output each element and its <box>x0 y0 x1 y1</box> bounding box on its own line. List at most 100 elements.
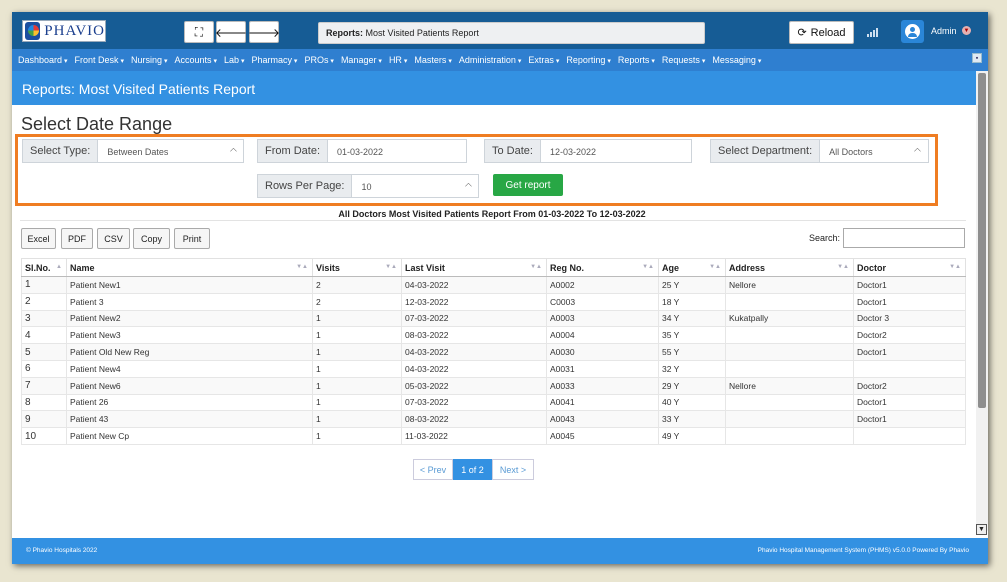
table-cell: 6 <box>21 359 67 378</box>
table-cell: 32 Y <box>658 359 726 378</box>
excel-button[interactable]: Excel <box>21 228 56 249</box>
footer-version: Phavio Hospital Management System (PHMS)… <box>757 547 969 554</box>
search-input[interactable] <box>843 228 965 248</box>
csv-button[interactable]: CSV <box>97 228 130 249</box>
nav-item-masters[interactable]: Masters <box>414 55 451 65</box>
logo-mark-icon <box>25 22 41 40</box>
rows-per-page-dropdown[interactable]: 10 <box>351 174 480 198</box>
table-cell: Patient 26 <box>66 393 313 412</box>
report-table: Sl.No. ▲ Name ▼▲ Visits ▼▲ Last Visit ▼▲ Reg… <box>21 258 966 445</box>
nav-item-accounts[interactable]: Accounts <box>174 55 217 65</box>
nav-item-nursing[interactable]: Nursing <box>131 55 167 65</box>
column-header-slno[interactable]: Sl.No. ▲ <box>21 258 67 277</box>
table-cell <box>725 326 854 345</box>
column-header-visits[interactable]: Visits ▼▲ <box>312 258 402 277</box>
rows-per-page-group: Rows Per Page: 10 <box>257 174 480 198</box>
user-name[interactable]: Admin <box>931 26 957 36</box>
table-cell <box>725 292 854 311</box>
nav-item-messaging[interactable]: Messaging <box>712 55 761 65</box>
nav-item-manager[interactable]: Manager <box>341 55 382 65</box>
sort-icon: ▼▲ <box>709 264 721 270</box>
table-cell: Patient New2 <box>66 309 313 328</box>
table-cell <box>725 393 854 412</box>
forward-button[interactable]: 🡒 <box>248 21 280 43</box>
print-button[interactable]: Print <box>174 228 210 249</box>
app-logo[interactable]: PHAVIO <box>22 20 106 42</box>
table-cell: Nellore <box>725 276 854 294</box>
table-cell: 1 <box>312 410 402 429</box>
select-type-group: Select Type: Between Dates <box>22 139 245 163</box>
table-cell: Patient New3 <box>66 326 313 345</box>
table-cell: 2 <box>21 292 67 311</box>
sort-icon: ▼▲ <box>949 264 961 270</box>
pdf-button[interactable]: PDF <box>61 228 93 249</box>
nav-item-reports[interactable]: Reports <box>618 55 655 65</box>
nav-item-requests[interactable]: Requests <box>662 55 706 65</box>
sort-icon: ▼▲ <box>385 264 397 270</box>
nav-item-administration[interactable]: Administration <box>459 55 522 65</box>
nav-item-front-desk[interactable]: Front Desk <box>75 55 124 65</box>
table-cell: 1 <box>312 326 402 345</box>
select-type-dropdown[interactable]: Between Dates <box>97 139 245 163</box>
table-cell: 9 <box>21 410 67 429</box>
nav-item-dashboard[interactable]: Dashboard <box>18 55 68 65</box>
table-cell: Doctor2 <box>853 376 966 395</box>
signal-icon <box>867 28 878 37</box>
table-cell: Doctor2 <box>853 326 966 345</box>
column-header-address[interactable]: Address ▼▲ <box>725 258 854 277</box>
table-cell: 3 <box>21 309 67 328</box>
scrollbar-thumb[interactable] <box>978 73 986 408</box>
nav-collapse-icon[interactable]: ▪ <box>972 53 982 63</box>
table-cell: Doctor 3 <box>853 309 966 328</box>
column-header-last-visit[interactable]: Last Visit ▼▲ <box>401 258 547 277</box>
column-header-name[interactable]: Name ▼▲ <box>66 258 313 277</box>
next-page-button[interactable]: Next > <box>492 459 534 480</box>
nav-item-extras[interactable]: Extras <box>528 55 559 65</box>
back-button[interactable]: 🡐 <box>214 21 248 43</box>
department-dropdown[interactable]: All Doctors <box>819 139 930 163</box>
table-cell: Doctor1 <box>853 343 966 361</box>
arrow-left-icon: 🡐 <box>214 25 248 40</box>
table-cell: A0004 <box>546 326 659 345</box>
from-date-group: From Date: 01-03-2022 <box>257 139 468 163</box>
table-cell <box>725 343 854 361</box>
nav-item-reporting[interactable]: Reporting <box>566 55 611 65</box>
table-cell: A0002 <box>546 276 659 294</box>
user-avatar-icon[interactable] <box>901 20 924 43</box>
table-cell: 10 <box>21 427 67 445</box>
column-header-reg-no[interactable]: Reg No. ▼▲ <box>546 258 659 277</box>
from-date-input[interactable]: 01-03-2022 <box>327 139 468 163</box>
table-cell: A0041 <box>546 393 659 412</box>
table-cell: Doctor1 <box>853 410 966 429</box>
table-cell: 05-03-2022 <box>401 376 547 395</box>
table-cell: 1 <box>312 393 402 412</box>
user-menu-caret-icon[interactable]: ▼ <box>962 26 971 35</box>
nav-item-hr[interactable]: HR <box>389 55 407 65</box>
fullscreen-button[interactable]: ⛶ <box>184 21 214 43</box>
table-cell <box>853 359 966 378</box>
nav-item-pros[interactable]: PROs <box>304 55 333 65</box>
get-report-button[interactable]: Get report <box>493 174 563 196</box>
column-header-doctor[interactable]: Doctor ▼▲ <box>853 258 966 277</box>
prev-page-button[interactable]: < Prev <box>413 459 453 480</box>
table-row: 2 Patient 3 2 12-03-2022 C0003 18 Y Doctor1 <box>21 292 966 311</box>
table-cell <box>725 359 854 378</box>
table-cell: A0045 <box>546 427 659 445</box>
nav-item-pharmacy[interactable]: Pharmacy <box>251 55 297 65</box>
table-cell: 1 <box>312 376 402 395</box>
column-header-age[interactable]: Age ▼▲ <box>658 258 726 277</box>
to-date-input[interactable]: 12-03-2022 <box>539 139 692 163</box>
table-cell: 07-03-2022 <box>401 393 547 412</box>
table-cell: 11-03-2022 <box>401 427 547 445</box>
table-cell: 7 <box>21 376 67 395</box>
scroll-down-icon[interactable]: ▼ <box>976 524 987 535</box>
table-cell <box>725 410 854 429</box>
sort-icon: ▲ <box>56 264 62 270</box>
reload-button[interactable]: ⟳ Reload <box>789 21 854 44</box>
table-cell: Patient Old New Reg <box>66 343 313 361</box>
page-title-prefix: Reports: <box>326 28 364 38</box>
copy-button[interactable]: Copy <box>133 228 170 249</box>
nav-item-lab[interactable]: Lab <box>224 55 245 65</box>
table-cell: 18 Y <box>658 292 726 311</box>
table-row: 5 Patient Old New Reg 1 04-03-2022 A0030 55 Y… <box>21 343 966 361</box>
